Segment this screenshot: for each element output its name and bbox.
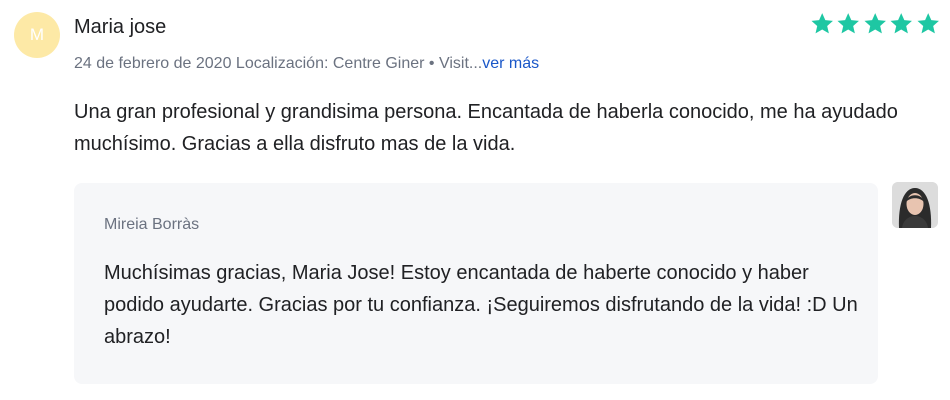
star-icon — [811, 13, 833, 34]
star-icon — [837, 13, 860, 34]
review-location: Localización: Centre Giner • Visit... — [235, 55, 483, 72]
review-meta: 24 de febrero de 2020 Localización: Cent… — [74, 55, 539, 73]
review-author: Maria jose — [74, 16, 167, 38]
review-date: 24 de febrero de 2020 — [74, 55, 232, 72]
review-card: M Maria jose 24 de febrero de 2020 Local… — [0, 0, 950, 400]
star-icon — [890, 13, 913, 34]
star-icon — [917, 13, 939, 34]
author-avatar: M — [14, 12, 60, 58]
reply-text: Muchísimas gracias, Maria Jose! Estoy en… — [104, 262, 858, 348]
review-text: Una gran profesional y grandisima person… — [74, 101, 898, 155]
reply-avatar — [892, 182, 938, 228]
star-rating — [810, 11, 940, 39]
owner-reply: Mireia Borràs Muchísimas gracias, Maria … — [74, 183, 878, 384]
profile-photo-icon — [892, 182, 938, 228]
see-more-link[interactable]: ver más — [482, 55, 539, 72]
star-icon — [864, 13, 886, 34]
avatar-initial: M — [29, 25, 45, 44]
reply-author: Mireia Borràs — [104, 216, 200, 233]
